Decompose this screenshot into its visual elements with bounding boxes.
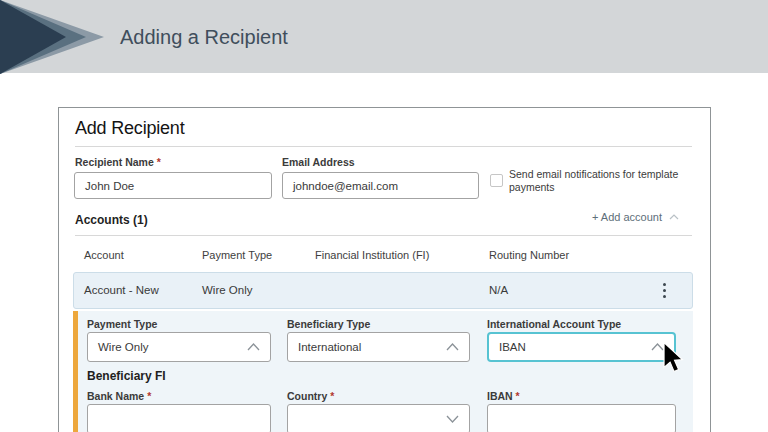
- payment-type-select[interactable]: Wire Only: [87, 332, 271, 362]
- notify-checkbox-label: Send email notifications for template pa…: [509, 168, 687, 194]
- chevron-up-icon: [446, 343, 459, 351]
- country-select[interactable]: [287, 404, 470, 432]
- email-input[interactable]: johndoe@email.com: [282, 172, 479, 199]
- beneficiary-fi-heading: Beneficiary FI: [87, 369, 166, 383]
- divider: [75, 146, 692, 147]
- chevron-up-icon: [247, 343, 260, 351]
- bank-name-label: Bank Name *: [87, 390, 151, 402]
- account-row[interactable]: Account - New Wire Only N/A: [73, 272, 693, 309]
- col-header-account: Account: [84, 249, 124, 261]
- routing-cell: N/A: [489, 284, 508, 296]
- chevron-up-icon: [669, 214, 679, 220]
- card-title: Add Recipient: [75, 118, 184, 139]
- add-account-link[interactable]: + Add account: [592, 211, 679, 223]
- page-title: Adding a Recipient: [120, 26, 288, 49]
- account-cell: Account - New: [84, 284, 159, 296]
- recipient-name-label: Recipient Name *: [75, 156, 161, 168]
- recipient-name-input[interactable]: John Doe: [74, 172, 272, 199]
- email-label: Email Address: [282, 156, 355, 168]
- beneficiary-type-select[interactable]: International: [287, 332, 470, 362]
- add-recipient-card: Add Recipient Recipient Name * John Doe …: [58, 107, 711, 432]
- bank-name-input[interactable]: [87, 404, 271, 432]
- banner: Adding a Recipient: [0, 0, 768, 73]
- col-header-fi: Financial Institution (FI): [315, 249, 429, 261]
- mouse-cursor-icon: [659, 341, 692, 377]
- divider: [75, 235, 692, 236]
- iban-input[interactable]: [487, 404, 676, 432]
- country-label: Country *: [287, 390, 334, 402]
- payment-type-cell: Wire Only: [202, 284, 252, 296]
- account-detail-panel: Payment Type Wire Only Beneficiary Type …: [73, 311, 693, 432]
- notify-checkbox[interactable]: [490, 174, 503, 187]
- intl-account-type-label: International Account Type: [487, 318, 621, 330]
- beneficiary-type-label: Beneficiary Type: [287, 318, 370, 330]
- chevron-down-icon: [446, 415, 459, 423]
- payment-type-label: Payment Type: [87, 318, 157, 330]
- col-header-routing: Routing Number: [489, 249, 569, 261]
- row-menu-icon[interactable]: [663, 283, 666, 298]
- accounts-heading: Accounts (1): [75, 213, 148, 227]
- iban-label: IBAN *: [487, 390, 520, 402]
- intl-account-type-select[interactable]: IBAN: [487, 332, 676, 362]
- col-header-payment-type: Payment Type: [202, 249, 272, 261]
